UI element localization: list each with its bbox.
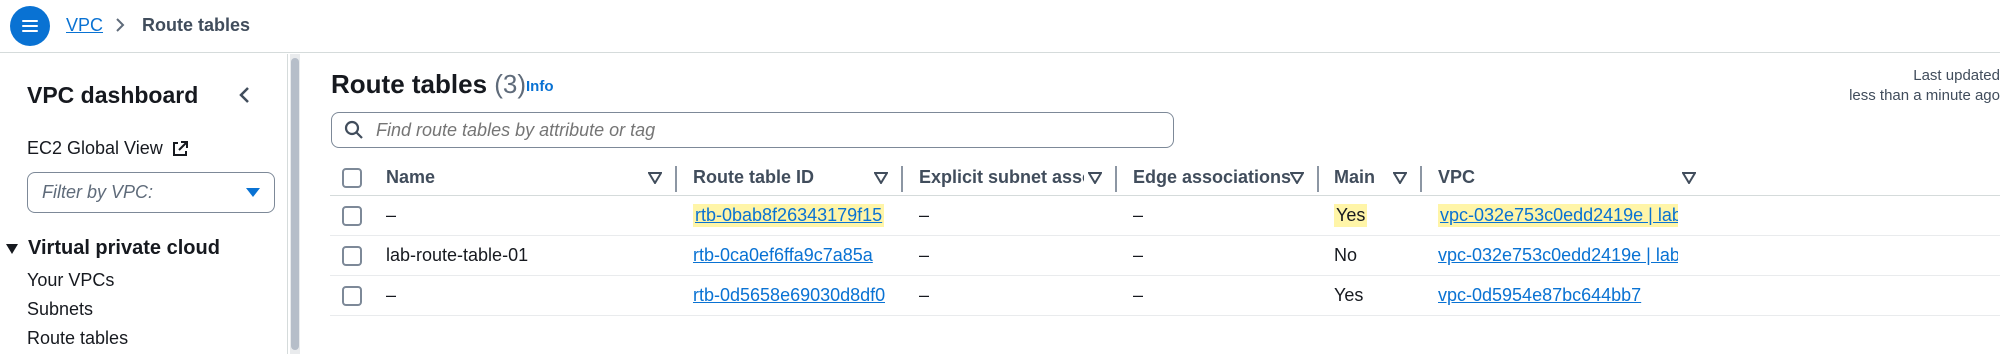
last-updated-value: less than a minute ago [1849, 87, 2000, 104]
column-header-route-table-id[interactable]: Route table ID [693, 160, 814, 195]
column-header-main[interactable]: Main [1334, 160, 1375, 195]
column-header-edge-associations[interactable]: Edge associations [1133, 160, 1291, 195]
sidebar-section-label: Virtual private cloud [28, 237, 220, 259]
sort-icon[interactable] [874, 172, 888, 184]
select-all-cell [342, 160, 362, 195]
edge-associations-cell: – [1133, 245, 1144, 265]
column-resizer[interactable] [675, 166, 677, 192]
sidebar-item-your-vpcs[interactable]: Your VPCs [27, 270, 114, 291]
sidebar-item-label: EC2 Global View [27, 138, 163, 158]
sort-icon[interactable] [1393, 172, 1407, 184]
menu-icon [22, 20, 38, 32]
route-table-id-link[interactable]: rtb-0d5658e69030d8df0 [693, 285, 885, 306]
vpc-cell: vpc-032e753c0edd2419e | lab-vpc [1438, 236, 1678, 275]
breadcrumb-current: Route tables [142, 15, 251, 35]
row-select-cell [342, 196, 362, 235]
table-row[interactable]: lab-route-table-01 rtb-0ca0ef6ffa9c7a85a… [330, 236, 2000, 276]
sidebar-item-subnets[interactable]: Subnets [27, 299, 93, 320]
edge-associations-cell: – [1133, 285, 1144, 305]
vpc-cell: vpc-032e753c0edd2419e | lab-vpc [1438, 196, 1678, 235]
edge-associations-cell: – [1133, 205, 1144, 225]
route-table-id-link[interactable]: rtb-0ca0ef6ffa9c7a85a [693, 245, 873, 266]
route-tables-table: Name Route table ID Explicit subnet asso… [330, 160, 2000, 316]
row-checkbox[interactable] [342, 285, 362, 306]
vpc-link[interactable]: vpc-032e753c0edd2419e | lab-vpc [1438, 204, 1678, 227]
last-updated-label: Last updated [1913, 67, 2000, 84]
column-resizer[interactable] [1115, 166, 1117, 192]
select-all-checkbox[interactable] [342, 167, 362, 188]
main-content: Route tables (3) Info Last updated less … [300, 54, 2000, 354]
sidebar-scrollbar-thumb[interactable] [291, 58, 299, 350]
sort-icon[interactable] [1088, 172, 1102, 184]
table-header: Name Route table ID Explicit subnet asso… [330, 160, 2000, 196]
column-header-explicit-subnet[interactable]: Explicit subnet associ... [919, 160, 1084, 195]
sort-icon[interactable] [648, 172, 662, 184]
route-table-id-cell: rtb-0bab8f26343179f15 [693, 196, 885, 235]
sidebar: VPC dashboard EC2 Global View Filter by … [0, 54, 288, 354]
name-cell: lab-route-table-01 [386, 245, 529, 265]
sort-icon[interactable] [1290, 172, 1304, 184]
page-title: Route tables (3) [331, 69, 526, 100]
vpc-filter-placeholder: Filter by VPC: [42, 182, 154, 202]
sidebar-section-virtual-private-cloud[interactable]: Virtual private cloud [6, 237, 220, 260]
info-link[interactable]: Info [526, 78, 554, 95]
column-header-name[interactable]: Name [386, 160, 435, 195]
table-row[interactable]: – rtb-0d5658e69030d8df0 – – Yes vpc-0d59… [330, 276, 2000, 316]
route-table-id-cell: rtb-0ca0ef6ffa9c7a85a [693, 236, 873, 275]
last-updated: Last updated less than a minute ago [1849, 66, 2000, 106]
column-header-vpc[interactable]: VPC [1438, 160, 1475, 195]
vpc-filter-select[interactable]: Filter by VPC: [27, 172, 275, 213]
top-breadcrumb-bar: VPC Route tables [0, 0, 2000, 53]
route-table-id-link[interactable]: rtb-0bab8f26343179f15 [693, 204, 885, 227]
route-table-id-cell: rtb-0d5658e69030d8df0 [693, 276, 885, 315]
sidebar-item-route-tables[interactable]: Route tables [27, 328, 128, 349]
search-field[interactable] [331, 112, 1174, 148]
row-checkbox[interactable] [342, 245, 362, 266]
vpc-cell: vpc-0d5954e87bc644bb7 [1438, 276, 1678, 315]
row-select-cell [342, 236, 362, 275]
row-checkbox[interactable] [342, 205, 362, 226]
name-cell: – [386, 285, 397, 305]
external-link-icon [172, 140, 188, 156]
sidebar-item-ec2-global-view[interactable]: EC2 Global View [27, 138, 189, 159]
caret-down-icon [246, 187, 260, 197]
explicit-subnet-cell: – [919, 245, 930, 265]
explicit-subnet-cell: – [919, 205, 930, 225]
main-cell: Yes [1334, 285, 1364, 305]
column-resizer[interactable] [1420, 166, 1422, 192]
row-select-cell [342, 276, 362, 315]
vpc-link[interactable]: vpc-0d5954e87bc644bb7 [1438, 285, 1641, 306]
page-title-text: Route tables [331, 69, 488, 99]
sidebar-title: VPC dashboard [27, 82, 199, 108]
column-resizer[interactable] [1317, 166, 1319, 192]
column-resizer[interactable] [901, 166, 903, 192]
table-row[interactable]: – rtb-0bab8f26343179f15 – – Yes vpc-032e… [330, 196, 2000, 236]
sort-icon[interactable] [1682, 172, 1696, 184]
main-cell: No [1334, 245, 1358, 265]
explicit-subnet-cell: – [919, 285, 930, 305]
search-icon [344, 120, 363, 139]
vpc-link[interactable]: vpc-032e753c0edd2419e | lab-vpc [1438, 245, 1678, 266]
main-value: Yes [1334, 204, 1368, 227]
triangle-down-icon [6, 243, 18, 254]
collapse-sidebar-icon[interactable] [236, 84, 254, 106]
chevron-right-icon [116, 18, 125, 32]
route-table-count: (3) [494, 69, 527, 99]
name-cell: – [386, 205, 397, 225]
breadcrumb-vpc-link[interactable]: VPC [66, 15, 103, 36]
main-cell: Yes [1334, 196, 1368, 235]
search-input[interactable] [376, 119, 1156, 141]
hamburger-menu-button[interactable] [10, 6, 50, 46]
